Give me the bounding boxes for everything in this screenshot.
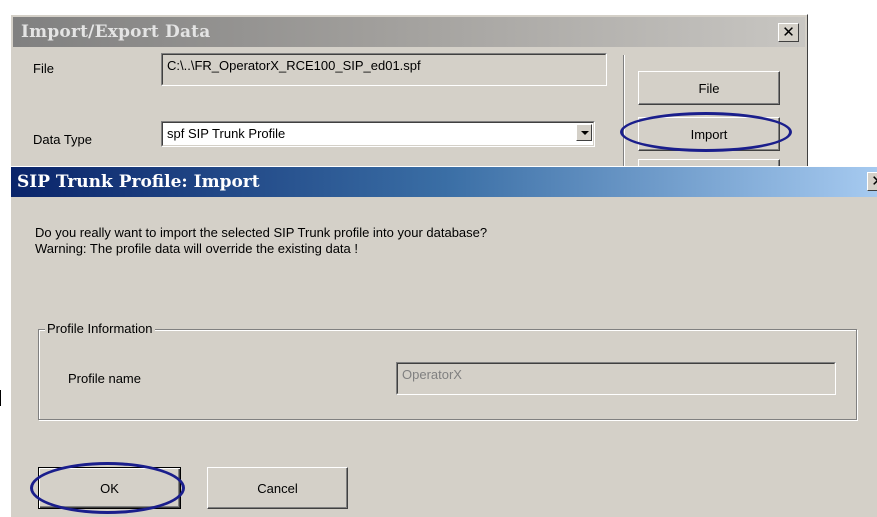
file-path-value: C:\..\FR_OperatorX_RCE100_SIP_ed01.spf bbox=[162, 54, 606, 85]
import-export-window: Import/Export Data ✕ File C:\..\FR_Opera… bbox=[10, 14, 808, 179]
group-label: Profile Information bbox=[45, 321, 155, 336]
file-label: File bbox=[33, 61, 54, 76]
close-icon: ✕ bbox=[782, 23, 795, 41]
file-path-field[interactable]: C:\..\FR_OperatorX_RCE100_SIP_ed01.spf bbox=[161, 53, 607, 86]
dialog-close-button[interactable]: ✕ bbox=[867, 172, 877, 191]
close-icon: ✕ bbox=[868, 173, 877, 190]
vertical-divider bbox=[623, 55, 625, 171]
edge-mark bbox=[0, 390, 1, 406]
data-type-value: spf SIP Trunk Profile bbox=[162, 122, 594, 146]
import-button[interactable]: Import bbox=[638, 117, 780, 151]
warning-message: Warning: The profile data will override … bbox=[35, 241, 359, 256]
chevron-down-icon[interactable] bbox=[576, 124, 592, 141]
dialog-titlebar: SIP Trunk Profile: Import ✕ bbox=[11, 167, 877, 197]
profile-information-group: Profile Information Profile name Operato… bbox=[38, 321, 857, 420]
profile-name-value: OperatorX bbox=[397, 363, 835, 394]
window-close-button[interactable]: ✕ bbox=[778, 23, 799, 42]
profile-name-label: Profile name bbox=[68, 371, 141, 386]
dialog-title: SIP Trunk Profile: Import bbox=[17, 172, 260, 192]
file-button[interactable]: File bbox=[638, 71, 780, 105]
profile-name-field[interactable]: OperatorX bbox=[396, 362, 836, 395]
confirm-message: Do you really want to import the selecte… bbox=[35, 225, 488, 240]
ok-button[interactable]: OK bbox=[38, 467, 181, 509]
cancel-button[interactable]: Cancel bbox=[207, 467, 348, 509]
window-title: Import/Export Data bbox=[21, 22, 211, 42]
import-confirm-dialog: SIP Trunk Profile: Import ✕ Do you reall… bbox=[10, 166, 877, 517]
data-type-label: Data Type bbox=[33, 132, 93, 147]
window-titlebar: Import/Export Data ✕ bbox=[13, 17, 805, 47]
data-type-select[interactable]: spf SIP Trunk Profile bbox=[161, 121, 595, 147]
